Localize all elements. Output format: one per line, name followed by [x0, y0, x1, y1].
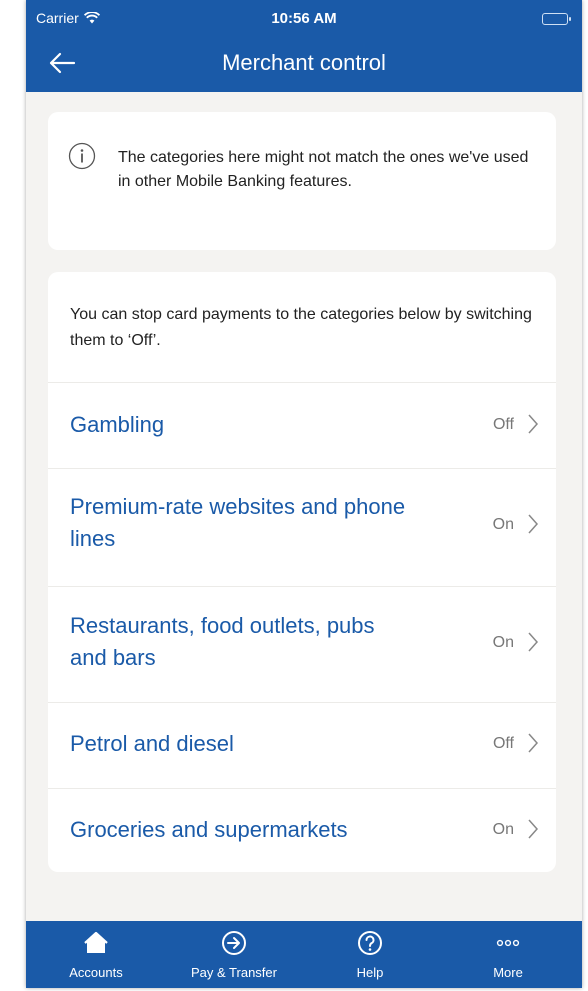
category-row-premium-rate[interactable]: Premium-rate websites and phone lines On [48, 468, 556, 587]
page-title: Merchant control [222, 50, 386, 75]
category-status: On [492, 634, 514, 651]
more-dots-icon [496, 939, 520, 947]
category-label: Premium-rate websites and phone lines [70, 494, 406, 551]
tab-label: Pay & Transfer [191, 965, 277, 980]
status-bar: Carrier 10:56 AM [26, 0, 582, 38]
status-time: 10:56 AM [271, 10, 337, 27]
chevron-right-icon [528, 514, 539, 534]
arrow-circle-icon [222, 931, 246, 955]
category-status: Off [492, 416, 514, 433]
tab-label: Accounts [69, 965, 123, 980]
tab-bar: Accounts Pay & Transfer Help More [26, 921, 582, 988]
chevron-right-icon [528, 414, 539, 434]
category-row-petrol[interactable]: Petrol and diesel Off [48, 702, 556, 789]
tab-label: Help [356, 965, 384, 980]
home-icon [84, 931, 108, 953]
category-status: On [492, 821, 514, 838]
chevron-right-icon [528, 819, 539, 839]
question-circle-icon [358, 931, 382, 955]
tab-more[interactable]: More [448, 921, 568, 988]
tab-pay-transfer[interactable]: Pay & Transfer [174, 921, 294, 988]
category-label: Petrol and diesel [70, 731, 234, 756]
tab-accounts[interactable]: Accounts [36, 921, 156, 988]
category-intro: You can stop card payments to the catego… [70, 306, 532, 349]
category-label: Restaurants, food outlets, pubs and bars [70, 613, 375, 670]
app-header: Carrier 10:56 AM Merchant control [26, 0, 582, 92]
category-label: Groceries and supermarkets [70, 817, 348, 842]
battery-icon [542, 13, 571, 25]
category-status: Off [492, 735, 514, 752]
category-status: On [492, 516, 514, 533]
phone-screen: Carrier 10:56 AM Merchant control The ca… [26, 0, 582, 988]
chevron-right-icon [528, 632, 539, 652]
tab-help[interactable]: Help [310, 921, 430, 988]
chevron-right-icon [528, 733, 539, 753]
category-card: You can stop card payments to the catego… [48, 272, 556, 872]
category-row-restaurants[interactable]: Restaurants, food outlets, pubs and bars… [48, 586, 556, 703]
category-row-gambling[interactable]: Gambling Off [48, 382, 556, 469]
info-icon [68, 142, 96, 170]
info-text: The categories here might not match the … [118, 149, 529, 190]
category-row-groceries[interactable]: Groceries and supermarkets On [48, 788, 556, 872]
tab-label: More [493, 965, 523, 980]
category-label: Gambling [70, 412, 165, 437]
info-card: The categories here might not match the … [48, 112, 556, 250]
